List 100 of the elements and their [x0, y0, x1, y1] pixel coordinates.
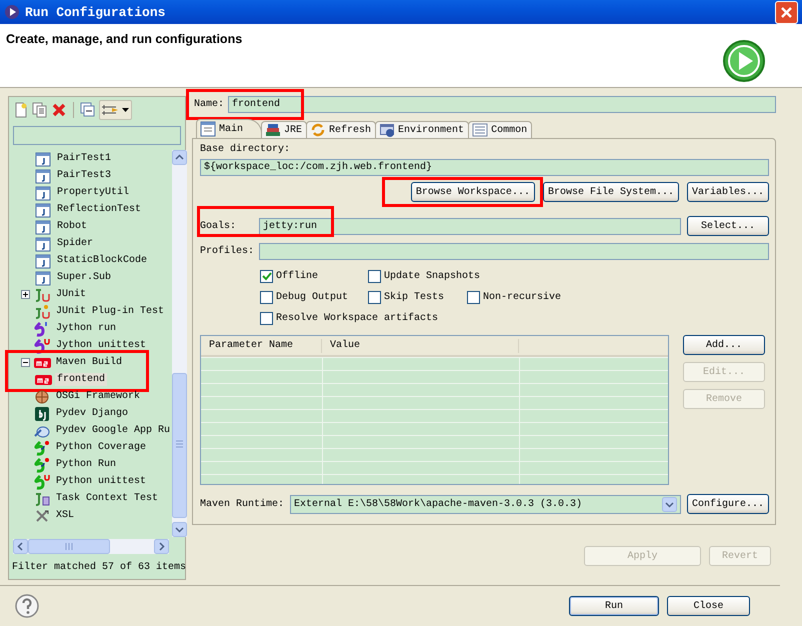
tree-item[interactable]: Jython run — [54, 322, 118, 335]
runtime-label: Maven Runtime: — [200, 498, 284, 510]
checkbox-label: Skip Tests — [384, 292, 444, 303]
expand-toggle-icon[interactable] — [20, 290, 30, 299]
tree-item[interactable]: PairTest1 — [55, 152, 114, 165]
java-class-icon — [35, 150, 52, 166]
tree-item[interactable]: OSGi Framework — [54, 390, 142, 403]
tree-item[interactable]: frontend — [55, 373, 108, 386]
tree-item[interactable]: Task Context Test — [54, 492, 160, 505]
scroll-right-icon — [154, 539, 169, 554]
django-icon — [34, 406, 51, 422]
tree-item[interactable]: PropertyUtil — [55, 186, 132, 199]
xsl-icon — [34, 508, 51, 524]
tab[interactable]: Main — [196, 119, 262, 138]
task-icon — [34, 490, 51, 506]
vertical-scrollbar[interactable] — [172, 150, 188, 537]
tree-item[interactable]: Python unittest — [54, 475, 148, 488]
configure-button[interactable]: Configure... — [687, 494, 769, 514]
column-header: Value — [322, 338, 519, 352]
goals-field[interactable]: jetty:run — [259, 218, 681, 234]
close-icon[interactable] — [775, 0, 798, 24]
checkbox-label: Resolve Workspace artifacts — [276, 313, 438, 324]
tree-item[interactable]: Spider — [55, 237, 96, 250]
java-class-icon — [35, 218, 52, 234]
dialog-button[interactable]: Run — [569, 596, 659, 616]
tab[interactable]: Common — [468, 121, 532, 138]
snake-icon — [34, 456, 51, 472]
run-icon — [722, 39, 766, 83]
tree-item[interactable]: PairTest3 — [55, 169, 114, 182]
column-header: Parameter Name — [201, 338, 322, 352]
checkbox-label: Offline — [276, 271, 318, 282]
tree-item[interactable]: JUnit — [54, 288, 88, 301]
name-label: Name: — [193, 99, 226, 110]
filter-icon — [100, 102, 120, 118]
name-field[interactable]: frontend — [228, 96, 776, 113]
tree-item[interactable]: JUnit Plug-in Test — [54, 305, 166, 318]
tree-item[interactable]: XSL — [54, 509, 76, 522]
help-icon — [15, 594, 39, 618]
checkbox-label: Update Snapshots — [384, 271, 480, 282]
collapse-toggle-icon[interactable] — [20, 358, 30, 367]
checkbox-label: Non-recursive — [483, 292, 562, 303]
tree-item[interactable]: Python Run — [54, 458, 118, 471]
tree-item[interactable]: Robot — [55, 220, 90, 233]
variables-button[interactable]: Variables... — [686, 182, 769, 202]
tree-item[interactable]: Maven Build — [54, 356, 124, 369]
parameter-button[interactable]: Add... — [683, 335, 765, 355]
dropdown-icon — [122, 108, 129, 112]
checkbox[interactable] — [368, 291, 381, 304]
window-icon — [379, 122, 396, 138]
scroll-left-icon — [13, 539, 28, 554]
tree-item[interactable]: ReflectionTest — [55, 203, 144, 216]
checkbox-label: Debug Output — [276, 292, 348, 303]
delete-icon — [51, 102, 67, 118]
tab[interactable]: Environment — [375, 121, 470, 138]
scroll-thumb-icon — [172, 373, 188, 518]
base-directory-label: Base directory: — [200, 144, 292, 155]
scroll-down-icon — [172, 522, 188, 537]
horizontal-scrollbar[interactable] — [13, 539, 169, 554]
checkbox[interactable] — [260, 270, 273, 283]
profiles-field[interactable] — [259, 243, 769, 260]
browse-button[interactable]: Browse File System... — [542, 182, 679, 202]
tab[interactable]: Refresh — [306, 121, 376, 138]
select-button[interactable]: Select... — [687, 216, 769, 236]
junit-plugin-icon — [34, 304, 51, 320]
java-class-icon — [35, 202, 52, 218]
browse-button[interactable]: Browse Workspace... — [410, 182, 535, 202]
tab[interactable]: JRE — [261, 121, 308, 138]
tree-item[interactable]: Pydev Google App Ru — [54, 424, 172, 437]
tree-item[interactable]: Python Coverage — [54, 441, 148, 454]
list-icon — [472, 122, 488, 138]
java-class-icon — [35, 168, 52, 184]
dropdown-icon — [662, 496, 677, 512]
java-class-icon — [35, 184, 52, 200]
goals-label: Goals: — [200, 220, 236, 232]
base-directory-field[interactable]: ${workspace_loc:/com.zjh.web.frontend} — [200, 159, 769, 176]
app-icon — [4, 4, 20, 20]
duplicate-icon — [32, 102, 48, 118]
document-icon — [200, 121, 216, 137]
dialog-button[interactable]: Close — [667, 596, 750, 616]
header-title: Create, manage, and run configurations — [6, 32, 244, 46]
new-icon — [13, 102, 29, 118]
checkbox[interactable] — [260, 312, 273, 325]
tree-item[interactable]: Jython unittest — [54, 339, 148, 352]
runtime-combo[interactable]: External E:\58\58Work\apache-maven-3.0.3 (3.0.3) — [290, 494, 681, 514]
tree-item[interactable]: Pydev Django — [54, 407, 130, 420]
tree-item[interactable]: Super.Sub — [55, 271, 114, 284]
snake-icon — [34, 338, 51, 354]
junit-icon — [34, 286, 51, 302]
snake-icon — [34, 474, 51, 490]
java-class-icon — [35, 270, 52, 286]
java-class-icon — [35, 236, 52, 252]
filter-field[interactable] — [13, 126, 181, 145]
tree-item[interactable]: StaticBlockCode — [55, 254, 150, 267]
refresh-icon — [310, 122, 326, 138]
books-icon — [265, 122, 282, 138]
checkbox[interactable] — [368, 270, 381, 283]
checkbox[interactable] — [260, 291, 273, 304]
window-title: Run Configurations — [25, 4, 166, 20]
java-class-icon — [35, 252, 52, 268]
checkbox[interactable] — [467, 291, 480, 304]
